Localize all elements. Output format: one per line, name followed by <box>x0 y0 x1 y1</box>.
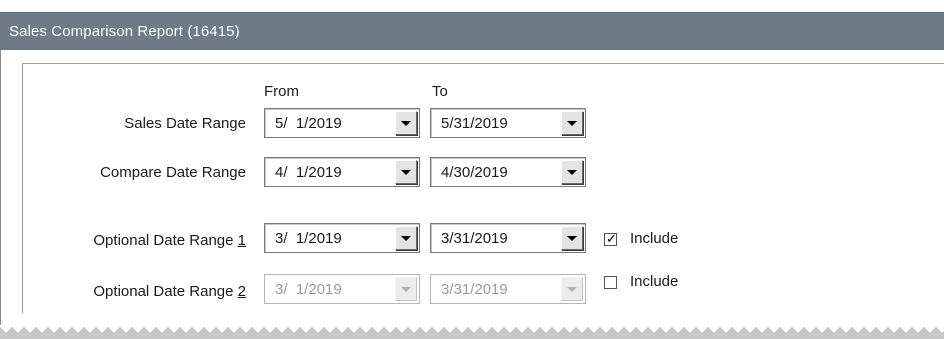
compare-date-from-combo[interactable]: 4/ 1/2019 <box>264 157 420 187</box>
sales-date-range-label: Sales Date Range <box>124 115 246 132</box>
sales-date-to-combo[interactable]: 5/31/2019 <box>430 108 586 138</box>
optional-1-date-to-combo[interactable]: 3/31/2019 <box>430 223 586 253</box>
optional-2-date-to-combo[interactable]: 3/31/2019 <box>430 274 586 304</box>
window-title: Sales Comparison Report (16415) <box>9 23 240 40</box>
optional-2-date-from-dropdown-button[interactable] <box>395 277 417 301</box>
chevron-down-icon <box>567 236 577 241</box>
optional-date-range-1-label: Optional Date Range 1 <box>16 232 246 249</box>
compare-date-from-dropdown-button[interactable] <box>395 160 417 184</box>
optional-1-include-checkbox[interactable]: ✓ <box>604 231 617 246</box>
optional-date-range-1-label-text: Optional Date Range <box>93 232 238 249</box>
optional-2-date-to-dropdown-button[interactable] <box>561 277 583 301</box>
chevron-down-icon <box>401 121 411 126</box>
optional-date-range-2-accelerator: 2 <box>237 283 246 300</box>
sales-date-from-combo[interactable]: 5/ 1/2019 <box>264 108 420 138</box>
optional-2-date-from-combo[interactable]: 3/ 1/2019 <box>264 274 420 304</box>
optional-2-date-from-value: 3/ 1/2019 <box>275 281 342 298</box>
optional-1-date-to-dropdown-button[interactable] <box>561 226 583 250</box>
from-column-header: From <box>264 83 299 100</box>
optional-date-range-1-accelerator: 1 <box>237 232 246 249</box>
window-left-border <box>0 50 1 339</box>
sales-comparison-report-window: Sales Comparison Report (16415) From To … <box>0 0 944 339</box>
title-bar[interactable]: Sales Comparison Report (16415) <box>0 12 944 50</box>
sales-date-from-value: 5/ 1/2019 <box>275 115 342 132</box>
optional-2-include-label[interactable]: Include <box>630 273 678 290</box>
optional-1-date-to-value: 3/31/2019 <box>441 230 508 247</box>
chevron-down-icon <box>567 170 577 175</box>
optional-date-range-2-label-text: Optional Date Range <box>93 283 238 300</box>
compare-date-from-value: 4/ 1/2019 <box>275 164 342 181</box>
optional-1-include-label[interactable]: Include <box>630 230 678 247</box>
chevron-down-icon <box>401 236 411 241</box>
to-column-header: To <box>432 83 448 100</box>
check-icon: ✓ <box>606 231 617 246</box>
compare-date-range-label: Compare Date Range <box>100 164 246 181</box>
compare-date-to-combo[interactable]: 4/30/2019 <box>430 157 586 187</box>
torn-edge <box>0 327 944 339</box>
optional-2-date-to-value: 3/31/2019 <box>441 281 508 298</box>
optional-2-include-checkbox[interactable] <box>604 276 617 289</box>
compare-date-to-value: 4/30/2019 <box>441 164 508 181</box>
sales-date-to-value: 5/31/2019 <box>441 115 508 132</box>
optional-1-date-from-combo[interactable]: 3/ 1/2019 <box>264 223 420 253</box>
chevron-down-icon <box>401 170 411 175</box>
optional-1-date-from-dropdown-button[interactable] <box>395 226 417 250</box>
sales-date-from-dropdown-button[interactable] <box>395 111 417 135</box>
chevron-down-icon <box>401 287 411 292</box>
chevron-down-icon <box>567 287 577 292</box>
compare-date-to-dropdown-button[interactable] <box>561 160 583 184</box>
optional-date-range-2-label: Optional Date Range 2 <box>16 283 246 300</box>
optional-1-date-from-value: 3/ 1/2019 <box>275 230 342 247</box>
sales-date-to-dropdown-button[interactable] <box>561 111 583 135</box>
chevron-down-icon <box>567 121 577 126</box>
